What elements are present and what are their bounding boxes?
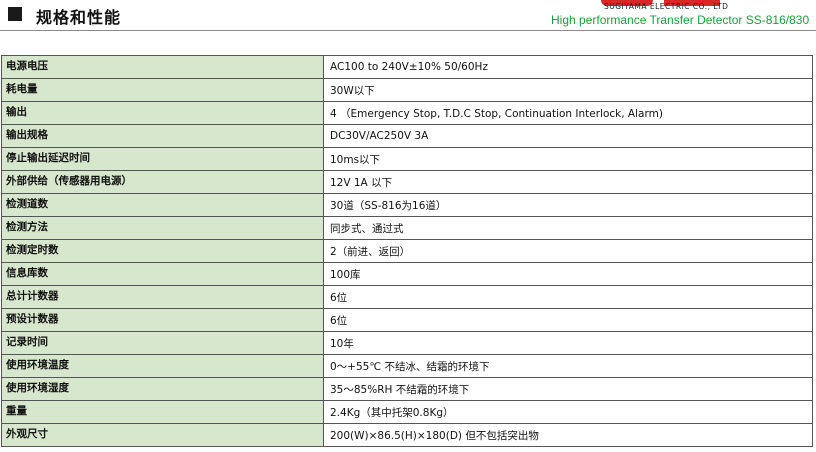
spec-value: 6位 — [323, 308, 813, 332]
spec-label: 记录时间 — [1, 331, 324, 355]
spec-row: 电源电压 AC100 to 240V±10% 50/60Hz — [1, 55, 813, 79]
spec-value: 2（前进、返回） — [323, 239, 813, 263]
spec-label: 使用环境温度 — [1, 354, 324, 378]
spec-label: 输出 — [1, 101, 324, 125]
spec-row: 信息库数 100库 — [1, 262, 813, 286]
spec-value: 4 （Emergency Stop, T.D.C Stop, Continuat… — [323, 101, 813, 125]
spec-row: 检测道数 30道（SS-816为16道） — [1, 193, 813, 217]
spec-value: 2.4Kg（其中托架0.8Kg） — [323, 400, 813, 424]
product-subtitle: High performance Transfer Detector SS-81… — [551, 13, 810, 27]
spec-row: 总计计数器 6位 — [1, 285, 813, 309]
spec-table: 电源电压 AC100 to 240V±10% 50/60Hz 耗电量 30W以下… — [1, 55, 813, 447]
spec-row: 外观尺寸 200(W)×86.5(H)×180(D) 但不包括突出物 — [1, 423, 813, 447]
spec-row: 检测方法 同步式、通过式 — [1, 216, 813, 240]
spec-label: 使用环境湿度 — [1, 377, 324, 401]
spec-value: 200(W)×86.5(H)×180(D) 但不包括突出物 — [323, 423, 813, 447]
spec-value: 30W以下 — [323, 78, 813, 102]
page-header: 规格和性能 SUGIYAMA ELECTRIC CO., LTD High pe… — [0, 0, 816, 32]
spec-value: 100库 — [323, 262, 813, 286]
spec-label: 检测道数 — [1, 193, 324, 217]
spec-row: 停止输出延迟时间 10ms以下 — [1, 147, 813, 171]
spec-label: 外部供给（传感器用电源） — [1, 170, 324, 194]
spec-value: 30道（SS-816为16道） — [323, 193, 813, 217]
spec-value: 0～+55℃ 不结冰、结霜的环境下 — [323, 354, 813, 378]
spec-label: 预设计数器 — [1, 308, 324, 332]
spec-label: 外观尺寸 — [1, 423, 324, 447]
spec-label: 总计计数器 — [1, 285, 324, 309]
spec-value: 10年 — [323, 331, 813, 355]
page-title: 规格和性能 — [36, 8, 122, 27]
spec-row: 外部供给（传感器用电源） 12V 1A 以下 — [1, 170, 813, 194]
spec-row: 使用环境温度 0～+55℃ 不结冰、结霜的环境下 — [1, 354, 813, 378]
spec-value: 10ms以下 — [323, 147, 813, 171]
spec-label: 停止输出延迟时间 — [1, 147, 324, 171]
spec-label: 输出规格 — [1, 124, 324, 148]
spec-value: AC100 to 240V±10% 50/60Hz — [323, 55, 813, 79]
spec-label: 检测定时数 — [1, 239, 324, 263]
spec-row: 耗电量 30W以下 — [1, 78, 813, 102]
spec-row: 输出 4 （Emergency Stop, T.D.C Stop, Contin… — [1, 101, 813, 125]
header-divider — [0, 30, 816, 31]
company-name: SUGIYAMA ELECTRIC CO., LTD — [604, 2, 729, 11]
spec-row: 输出规格 DC30V/AC250V 3A — [1, 124, 813, 148]
spec-row: 重量 2.4Kg（其中托架0.8Kg） — [1, 400, 813, 424]
spec-label: 重量 — [1, 400, 324, 424]
spec-value: 35～85%RH 不结霜的环境下 — [323, 377, 813, 401]
spec-row: 使用环境湿度 35～85%RH 不结霜的环境下 — [1, 377, 813, 401]
spec-label: 电源电压 — [1, 55, 324, 79]
spec-row: 检测定时数 2（前进、返回） — [1, 239, 813, 263]
spec-value: DC30V/AC250V 3A — [323, 124, 813, 148]
spec-label: 信息库数 — [1, 262, 324, 286]
spec-value: 12V 1A 以下 — [323, 170, 813, 194]
spec-label: 检测方法 — [1, 216, 324, 240]
spec-label: 耗电量 — [1, 78, 324, 102]
spec-value: 同步式、通过式 — [323, 216, 813, 240]
spec-row: 记录时间 10年 — [1, 331, 813, 355]
section-marker-icon — [8, 7, 22, 21]
spec-row: 预设计数器 6位 — [1, 308, 813, 332]
spec-value: 6位 — [323, 285, 813, 309]
